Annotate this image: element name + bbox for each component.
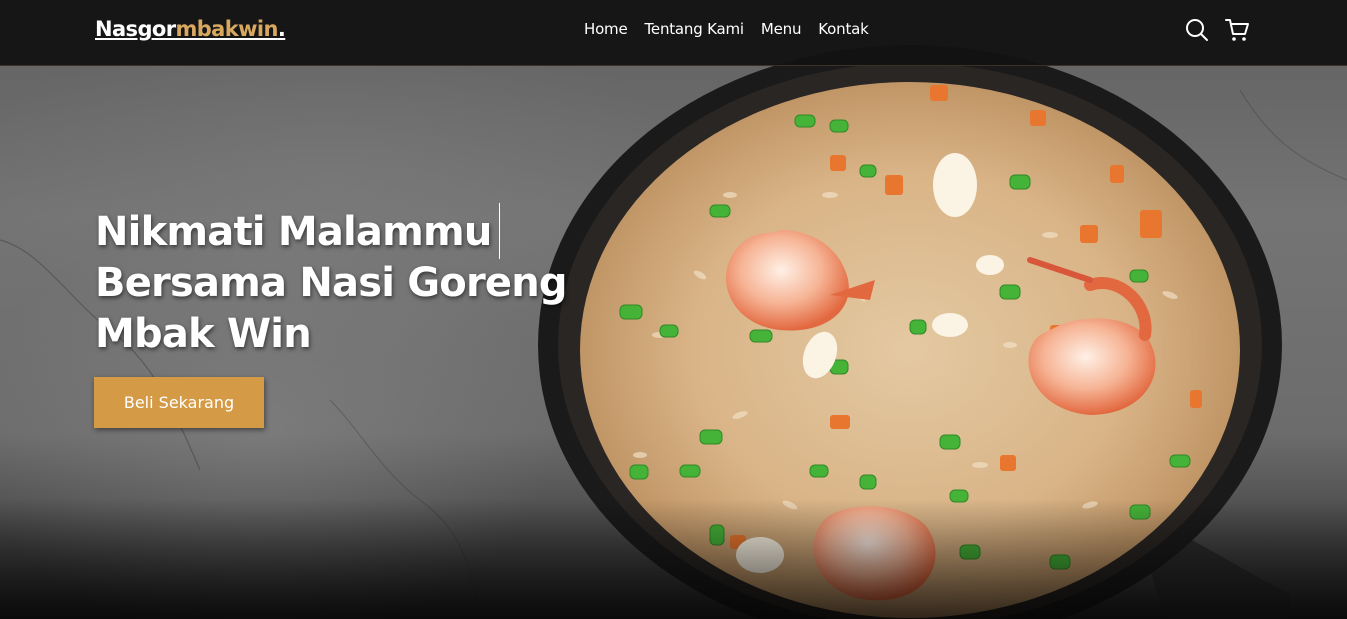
brand-logo[interactable]: Nasgormbakwin. — [95, 17, 286, 41]
hero-headline-line-1: Nikmati Malammu — [95, 209, 492, 255]
nav-icon-group — [1184, 17, 1250, 43]
nav-link-menu[interactable]: Menu — [761, 20, 802, 38]
brand-name-primary: Nasgor — [95, 17, 176, 41]
main-nav: Home Tentang Kami Menu Kontak — [584, 20, 869, 38]
nav-link-tentang-kami[interactable]: Tentang Kami — [645, 20, 745, 38]
text-cursor — [499, 203, 500, 259]
hero-headline: Nikmati Malammu Bersama Nasi Goreng Mbak… — [95, 207, 575, 360]
hero-headline-line-2: Bersama Nasi Goreng — [95, 260, 568, 306]
fried-rice-pan-image — [538, 45, 1290, 619]
nav-link-home[interactable]: Home — [584, 20, 628, 38]
hero-headline-line-3: Mbak Win — [95, 311, 312, 357]
search-icon[interactable] — [1184, 17, 1210, 43]
brand-name-accent: mbakwin — [175, 17, 278, 41]
nav-link-kontak[interactable]: Kontak — [818, 20, 869, 38]
cart-icon[interactable] — [1224, 17, 1250, 43]
buy-now-button[interactable]: Beli Sekarang — [94, 377, 264, 428]
navbar: Nasgormbakwin. Home Tentang Kami Menu Ko… — [0, 0, 1347, 66]
brand-dot: . — [277, 17, 286, 41]
